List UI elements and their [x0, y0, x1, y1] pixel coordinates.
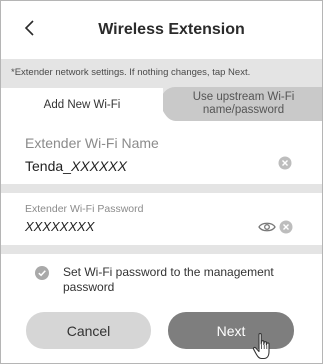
- clear-icon[interactable]: [279, 220, 293, 234]
- hint-text: *Extender network settings. If nothing c…: [11, 67, 251, 78]
- management-password-option[interactable]: Set Wi-Fi password to the management pas…: [1, 254, 322, 302]
- app-frame: Wireless Extension *Extender network set…: [0, 0, 323, 364]
- wifi-name-suffix: XXXXXX: [70, 158, 127, 174]
- checkbox-checked-icon[interactable]: [35, 266, 49, 280]
- header: Wireless Extension: [1, 1, 322, 59]
- tab-use-upstream-wifi-label: Use upstream Wi-Fi name/password: [192, 91, 295, 116]
- section-divider: [1, 184, 322, 193]
- wifi-password-field[interactable]: Extender Wi-Fi Password XXXXXXXX: [1, 193, 322, 245]
- next-button[interactable]: Next: [168, 312, 294, 349]
- cancel-button-label: Cancel: [66, 322, 111, 339]
- hand-pointer-icon: [252, 333, 270, 360]
- clear-icon[interactable]: [278, 156, 292, 170]
- tab-add-new-wifi[interactable]: Add New Wi-Fi: [1, 88, 163, 121]
- page-title: Wireless Extension: [98, 21, 245, 38]
- wifi-name-prefix: Tenda_: [25, 158, 71, 174]
- wifi-password-value[interactable]: XXXXXXXX: [25, 219, 94, 234]
- hint-bar: *Extender network settings. If nothing c…: [1, 59, 322, 86]
- wifi-password-label: Extender Wi-Fi Password: [25, 203, 144, 215]
- tab-use-upstream-wifi[interactable]: Use upstream Wi-Fi name/password: [161, 87, 322, 121]
- wifi-name-field[interactable]: Extender Wi-Fi Name Tenda_XXXXXX: [1, 121, 322, 184]
- section-divider: [1, 245, 322, 254]
- tab-bar: Add New Wi-Fi Use upstream Wi-Fi name/pa…: [1, 86, 322, 121]
- tab-add-new-wifi-label: Add New Wi-Fi: [43, 98, 121, 111]
- wifi-name-value[interactable]: Tenda_XXXXXX: [25, 158, 127, 174]
- eye-icon[interactable]: [258, 220, 276, 234]
- wifi-name-label: Extender Wi-Fi Name: [25, 135, 159, 151]
- next-button-label: Next: [216, 322, 246, 339]
- management-password-label: Set Wi-Fi password to the management pas…: [63, 265, 274, 294]
- cancel-button[interactable]: Cancel: [26, 312, 151, 349]
